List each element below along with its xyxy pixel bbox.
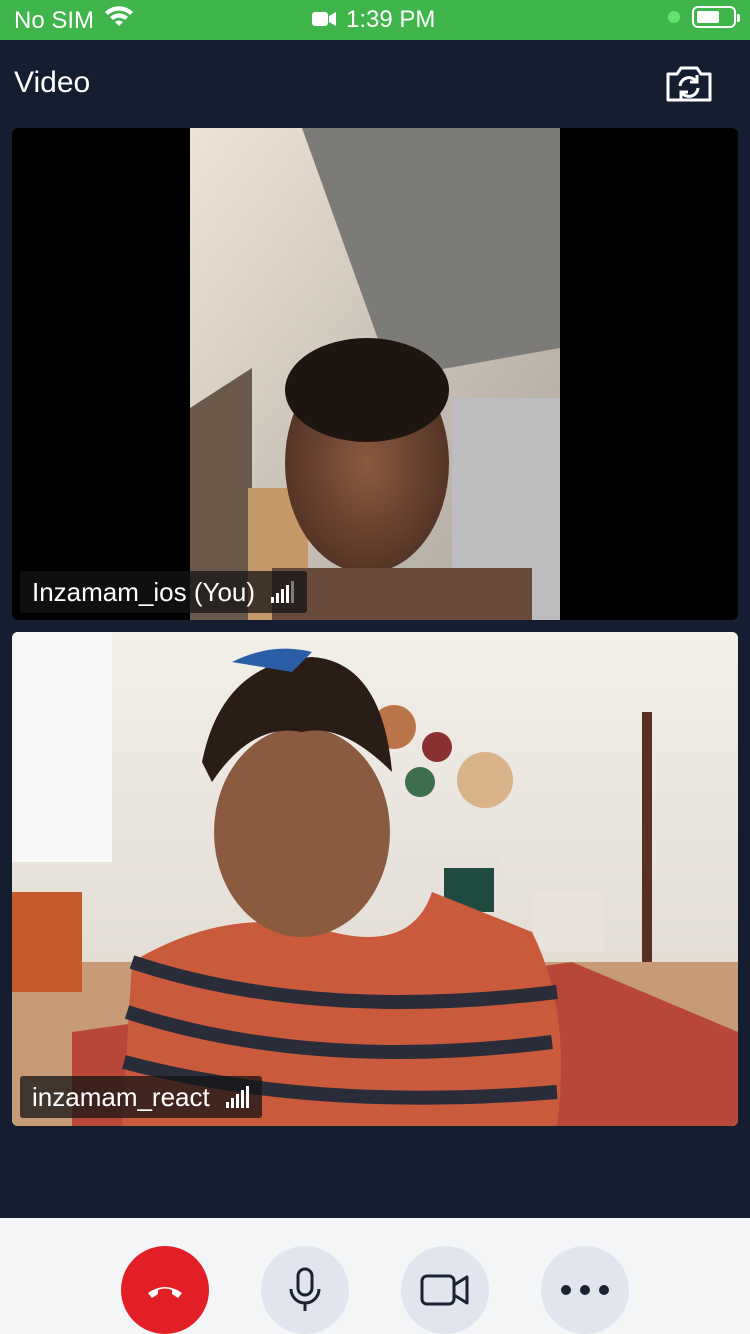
more-options-button[interactable]	[541, 1246, 629, 1334]
call-controls-bar	[0, 1218, 750, 1334]
video-toggle-button[interactable]	[401, 1246, 489, 1334]
carrier-label: No SIM	[14, 6, 95, 34]
signal-strength-icon	[271, 581, 295, 603]
more-icon	[561, 1285, 609, 1295]
participant-video-tile[interactable]: Inzamam_ios (You)	[12, 128, 738, 620]
camera-active-icon	[312, 6, 336, 34]
header: Video	[0, 40, 750, 128]
mute-button[interactable]	[261, 1246, 349, 1334]
end-call-button[interactable]	[121, 1246, 209, 1334]
signal-strength-icon	[225, 1086, 249, 1108]
participant-video-tile[interactable]: inzamam_react	[12, 632, 738, 1126]
participant-name-tag: Inzamam_ios (You)	[20, 571, 308, 613]
switch-camera-icon	[666, 66, 712, 102]
microphone-icon	[289, 1267, 321, 1311]
participant-name-tag: inzamam_react	[20, 1076, 262, 1118]
video-camera-icon	[420, 1274, 469, 1306]
wifi-icon	[104, 6, 134, 35]
participant-name: inzamam_react	[32, 1081, 210, 1112]
participant-video-feed	[190, 128, 560, 620]
switch-camera-button[interactable]	[664, 64, 714, 104]
status-bar: No SIM 1:39 PM	[0, 0, 750, 40]
page-title: Video	[14, 66, 91, 99]
participant-video-feed	[12, 632, 738, 1126]
status-time: 1:39 PM	[346, 6, 436, 33]
participant-name: Inzamam_ios (You)	[32, 576, 256, 607]
recording-dot-icon	[668, 11, 680, 23]
battery-icon	[692, 6, 740, 28]
phone-hangup-icon	[148, 1287, 182, 1298]
